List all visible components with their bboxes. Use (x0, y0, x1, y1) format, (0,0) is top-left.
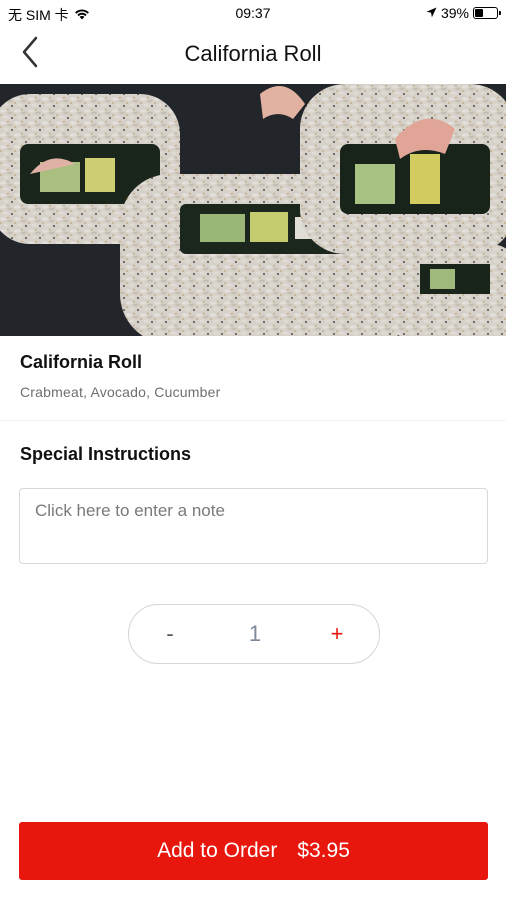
quantity-value: 1 (248, 621, 262, 646)
add-to-order-label: Add to Order (157, 839, 278, 862)
increment-button[interactable]: + (322, 618, 352, 650)
add-to-order-button[interactable]: Add to Order $3.95 (19, 822, 488, 880)
special-instructions-input[interactable] (19, 488, 488, 564)
nav-bar: California Roll (0, 28, 506, 84)
product-image (0, 84, 506, 336)
section-divider (0, 420, 506, 421)
status-bar: 无 SIM 卡 09:37 39% (0, 0, 506, 28)
item-description: Crabmeat, Avocado, Cucumber (20, 384, 221, 400)
california-roll-photo (0, 84, 506, 336)
item-detail-screen: 无 SIM 卡 09:37 39% California Roll Califo… (0, 0, 506, 900)
decrement-button[interactable]: - (155, 618, 185, 650)
location-arrow-icon (426, 5, 437, 21)
quantity-stepper: - 1 + (128, 604, 380, 664)
battery-fill (475, 9, 484, 17)
item-name: California Roll (20, 352, 143, 372)
special-instructions-label: Special Instructions (20, 444, 192, 464)
battery-percent: 39% (440, 5, 469, 21)
battery-icon (473, 7, 501, 19)
order-price: $3.95 (297, 839, 350, 862)
page-title: California Roll (184, 41, 322, 66)
status-right: 39% (426, 5, 501, 21)
item-info: California Roll Crabmeat, Avocado, Cucum… (0, 336, 506, 420)
